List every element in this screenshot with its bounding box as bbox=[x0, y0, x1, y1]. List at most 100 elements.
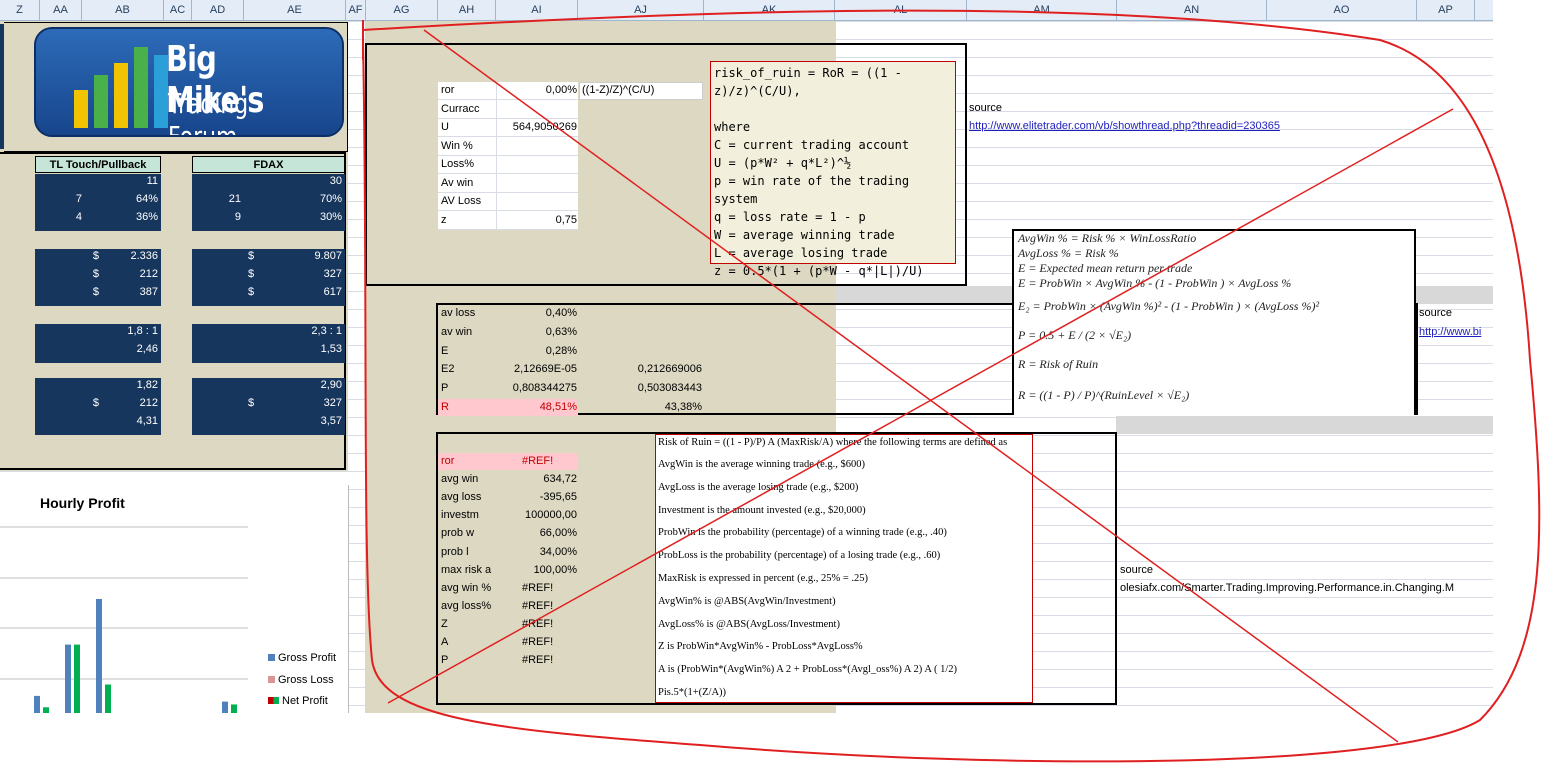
box2-label: av loss bbox=[441, 307, 476, 319]
stats-cell-value: 1,53 bbox=[320, 343, 342, 355]
box3-label: prob w bbox=[441, 527, 475, 540]
stats-cell-value: 1,8 : 1 bbox=[127, 325, 158, 337]
column-header-aa[interactable]: AA bbox=[40, 0, 82, 20]
box3-value[interactable]: -395,65 bbox=[497, 488, 577, 506]
column-header-ag[interactable]: AG bbox=[366, 0, 438, 20]
ror-label: U bbox=[441, 121, 449, 133]
ror-value[interactable]: 0,00% bbox=[497, 81, 577, 99]
column-header-aj[interactable]: AJ bbox=[578, 0, 704, 20]
box2-value1[interactable]: 0,28% bbox=[497, 342, 577, 360]
column-header-ae[interactable]: AE bbox=[244, 0, 346, 20]
box3-value[interactable]: #REF! bbox=[497, 651, 577, 669]
column-header-al[interactable]: AL bbox=[835, 0, 967, 20]
ror-note-line: W = average winning trade bbox=[714, 228, 895, 242]
box3-value[interactable]: #REF! bbox=[497, 452, 577, 470]
legend-label: Gross Loss bbox=[278, 673, 334, 686]
column-header-ac[interactable]: AC bbox=[164, 0, 192, 20]
box3-value[interactable]: #REF! bbox=[497, 633, 577, 651]
column-header-ai[interactable]: AI bbox=[496, 0, 578, 20]
ror-value[interactable]: 564,9050269 bbox=[497, 118, 577, 136]
column-header-ab[interactable]: AB bbox=[82, 0, 164, 20]
stats-col1-title: TL Touch/Pullback bbox=[35, 156, 161, 173]
box2-value2[interactable]: 0,503083443 bbox=[580, 379, 702, 397]
column-header-ah[interactable]: AH bbox=[438, 0, 496, 20]
stats-cell-value: 11 bbox=[146, 175, 158, 187]
box3-value[interactable]: #REF! bbox=[497, 579, 577, 597]
formula-line-1: AvgWin % = Risk % × WinLossRatio bbox=[1018, 231, 1197, 245]
column-header-ap[interactable]: AP bbox=[1417, 0, 1475, 20]
ror-definition-line: AvgWin% is @ABS(AvgWin/Investment) bbox=[658, 595, 836, 607]
box2-value1[interactable]: 0,63% bbox=[497, 323, 577, 341]
box3-label: avg win bbox=[441, 473, 479, 486]
box3-value[interactable]: #REF! bbox=[497, 597, 577, 615]
column-header-ao[interactable]: AO bbox=[1267, 0, 1417, 20]
ror-definition-line: AvgLoss is the average losing trade (e.g… bbox=[658, 481, 859, 493]
ror-definition-line: AvgWin is the average winning trade (e.g… bbox=[658, 459, 865, 470]
box3-value[interactable]: 66,00% bbox=[497, 524, 577, 542]
legend-swatch bbox=[268, 697, 279, 704]
stats-cell-value: 30% bbox=[319, 211, 342, 223]
ror-definition-line: A is (ProbWin*(AvgWin%) A 2 + ProbLoss*(… bbox=[658, 664, 957, 676]
box2-value1[interactable]: 2,12669E-05 bbox=[497, 360, 577, 378]
box2-label: E2 bbox=[441, 363, 455, 376]
stats-block: 11 7 64% 4 36% bbox=[35, 174, 161, 231]
legend-swatch bbox=[268, 675, 275, 683]
source3-label: source bbox=[1120, 564, 1154, 576]
formula-line-7: R = Risk of Ruin bbox=[1018, 357, 1099, 371]
box3-label: A bbox=[441, 636, 449, 648]
box3-value[interactable]: 634,72 bbox=[497, 470, 577, 488]
stats-cell-value: 1,82 bbox=[136, 379, 158, 391]
column-header-z[interactable]: Z bbox=[0, 0, 40, 20]
box3-label: investm bbox=[441, 509, 479, 522]
stats-cell-value: 64% bbox=[135, 193, 158, 205]
ror-definition-line: ProbWin is the probability (percentage) … bbox=[658, 527, 947, 539]
stats-block: $2.336 $212 $387 bbox=[35, 249, 161, 306]
box3-value[interactable]: 100000,00 bbox=[497, 506, 577, 524]
ror-value[interactable]: 0,75 bbox=[497, 211, 577, 229]
ror-row-divider bbox=[438, 228, 578, 230]
source2-link[interactable]: http://www.bi bbox=[1419, 323, 1493, 341]
box2-value2[interactable]: 43,38% bbox=[580, 398, 702, 416]
box2-label: av win bbox=[441, 325, 473, 338]
column-header-ad[interactable]: AD bbox=[192, 0, 244, 20]
box3-label: avg win % bbox=[441, 581, 492, 594]
formula-line-6: P = 0.5 + E / (2 × √E₂) bbox=[1018, 328, 1132, 342]
column-header-am[interactable]: AM bbox=[967, 0, 1117, 20]
ror-label: z bbox=[441, 213, 447, 226]
box2-value1[interactable]: 0,40% bbox=[497, 304, 577, 322]
box3-value[interactable]: #REF! bbox=[497, 615, 577, 633]
box3-label: avg loss bbox=[441, 491, 482, 504]
ror-label: Loss% bbox=[441, 158, 475, 170]
stats-cell-value: 30 bbox=[329, 175, 342, 187]
legend-item: Gross Loss bbox=[268, 673, 336, 695]
stats-block: 2,3 : 1 1,53 bbox=[192, 324, 345, 363]
logo: Big Mike's Trading Forum bbox=[34, 27, 344, 137]
stats-cell-prefix: 4 bbox=[75, 211, 82, 223]
source3-text: olesiafx.com/Smarter.Trading.Improving.P… bbox=[1120, 582, 1455, 594]
box2-value2[interactable]: 0,212669006 bbox=[580, 360, 702, 378]
column-header-an[interactable]: AN bbox=[1117, 0, 1267, 20]
stats-cell-value: 327 bbox=[323, 397, 342, 409]
box3-value[interactable]: 34,00% bbox=[497, 543, 577, 561]
source1-link[interactable]: http://www.elitetrader.com/vb/showthread… bbox=[969, 117, 1280, 135]
ror-label: Av win bbox=[441, 176, 474, 189]
stats-cell-prefix: $ bbox=[248, 268, 255, 280]
ror-note-line: p = win rate of the trading system bbox=[714, 174, 910, 206]
stats-cell-value: 212 bbox=[139, 397, 158, 409]
box3-value[interactable]: 100,00% bbox=[497, 561, 577, 579]
legend-swatch bbox=[268, 654, 275, 661]
ror-label: AV Loss bbox=[441, 195, 482, 207]
box3-label: max risk a bbox=[441, 563, 492, 576]
box2-value1[interactable]: 0,808344275 bbox=[497, 379, 577, 397]
ror-definition-line: MaxRisk is expressed in percent (e.g., 2… bbox=[658, 572, 869, 584]
ror-label: Curracc bbox=[441, 102, 480, 115]
ror-note-line: risk_of_ruin = RoR = ((1 - z)/z)^(C/U), bbox=[714, 66, 902, 98]
ror-definition-line: AvgLoss% is @ABS(AvgLoss/Investment) bbox=[658, 618, 840, 630]
stats-cell-value: 70% bbox=[319, 193, 342, 205]
stats-cell-value: 3,57 bbox=[320, 415, 342, 427]
column-header-af[interactable]: AF bbox=[346, 0, 366, 20]
stats-cell-value: 4,31 bbox=[136, 415, 158, 427]
column-header-ak[interactable]: AK bbox=[704, 0, 835, 20]
left-edge-strip bbox=[0, 24, 4, 149]
box2-value1[interactable]: 48,51% bbox=[497, 398, 577, 416]
